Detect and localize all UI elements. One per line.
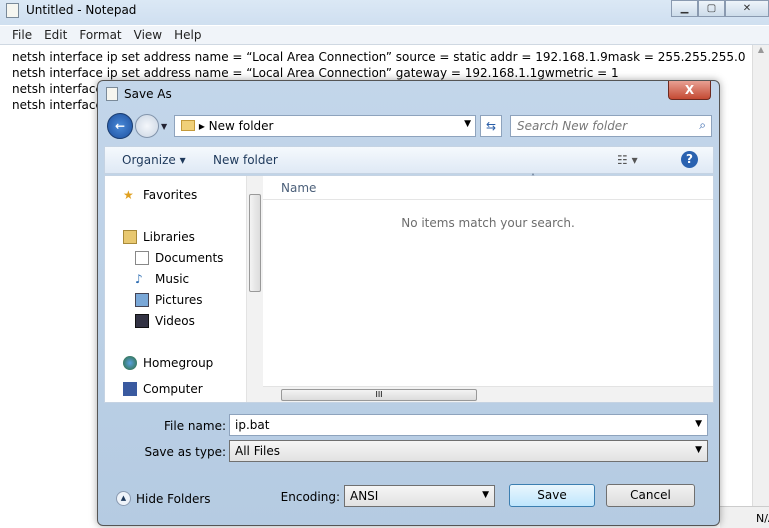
save-type-select[interactable]: All Files ▼ [229,440,708,462]
libraries-icon [123,230,137,244]
notepad-icon [6,3,19,18]
encoding-value: ANSI [350,489,379,503]
computer-icon [123,382,137,396]
music-icon: ♪ [135,272,143,286]
nav-label: Libraries [143,230,195,244]
search-placeholder: Search New folder [517,119,628,133]
save-button[interactable]: Save [509,484,595,507]
nav-label: Videos [155,314,195,328]
file-name-label: File name: [164,419,226,433]
pictures-icon [135,293,149,307]
address-crumb[interactable]: New folder [209,119,274,133]
folder-icon [181,120,195,131]
status-bar: N/A [720,506,769,528]
close-button[interactable]: ✕ [725,0,769,17]
forward-button[interactable] [135,114,159,138]
save-as-dialog: Save As X ← ▼ ▸ New folder ▼ ⇆ Search New… [97,80,720,526]
nav-videos[interactable]: Videos [135,314,195,328]
hide-folders-label: Hide Folders [136,491,211,506]
chevron-up-icon: ▲ [116,491,131,506]
chevron-down-icon[interactable]: ▼ [695,419,702,429]
text-line: netsh interface ip set address name = “L… [12,50,746,64]
recent-pages-dropdown[interactable]: ▼ [161,122,167,131]
chevron-down-icon: ▼ [482,490,489,500]
file-name-value: ip.bat [235,418,270,432]
maximize-button[interactable]: ▢ [698,0,725,17]
new-folder-button[interactable]: New folder [213,153,278,167]
encoding-select[interactable]: ANSI ▼ [344,485,495,507]
nav-documents[interactable]: Documents [135,251,223,265]
chevron-down-icon: ▼ [695,445,702,455]
help-icon[interactable]: ? [681,151,698,168]
menu-bar: File Edit Format View Help [0,26,769,45]
file-list: Name ˄ No items match your search. III [263,173,713,402]
file-name-input[interactable]: ip.bat ▼ [229,414,708,436]
refresh-button[interactable]: ⇆ [480,115,502,137]
nav-pictures[interactable]: Pictures [135,293,203,307]
nav-label: Documents [155,251,224,265]
nav-label: Pictures [155,293,203,307]
view-options-icon[interactable]: ☷ ▾ [617,153,638,167]
nav-libraries[interactable]: Libraries [123,230,195,244]
sort-arrow-icon: ˄ [531,173,535,182]
notepad-titlebar: Untitled - Notepad ▁ ▢ ✕ [0,0,769,25]
back-button[interactable]: ← [107,113,133,139]
nav-label: Computer [143,382,203,396]
nav-music[interactable]: ♪ Music [135,272,189,286]
encoding-label: Encoding: [280,490,340,504]
menu-file[interactable]: File [6,26,38,44]
menu-edit[interactable]: Edit [38,26,73,44]
save-type-label: Save as type: [144,445,226,459]
star-icon: ★ [123,188,134,202]
nav-pane-scrollbar[interactable] [246,176,263,402]
cancel-button[interactable]: Cancel [606,484,695,507]
search-input[interactable]: Search New folder ⌕ [510,115,712,137]
chevron-down-icon[interactable]: ▼ [464,119,471,129]
homegroup-icon [123,356,137,370]
text-line: netsh interface ip set address name = “L… [12,66,619,80]
window-title: Untitled - Notepad [26,3,137,17]
search-icon[interactable]: ⌕ [699,118,706,133]
nav-computer[interactable]: Computer [123,382,203,396]
nav-label: Music [155,272,190,286]
dialog-close-button[interactable]: X [668,81,711,100]
navigation-pane: ★ Favorites Libraries Documents ♪ Music Pi… [105,176,263,402]
save-type-value: All Files [235,444,281,458]
dialog-title: Save As [124,87,172,101]
documents-icon [135,251,149,265]
dialog-toolbar: Organize ▾ New folder ☷ ▾ ? [104,146,714,174]
column-label: Name [281,181,317,195]
nav-label: Favorites [143,188,198,202]
minimize-button[interactable]: ▁ [671,0,698,17]
nav-favorites[interactable]: ★ Favorites [123,188,197,202]
menu-help[interactable]: Help [168,26,207,44]
empty-message: No items match your search. [401,216,575,230]
horizontal-scrollbar[interactable]: III [263,386,713,402]
nav-label: Homegroup [143,356,214,370]
address-bar[interactable]: ▸ New folder ▼ [174,115,476,137]
vertical-scrollbar[interactable]: ▲ [752,45,769,515]
notepad-icon [106,87,118,101]
nav-homegroup[interactable]: Homegroup [123,356,213,370]
menu-format[interactable]: Format [73,26,127,44]
hide-folders-button[interactable]: ▲ Hide Folders [116,491,211,506]
videos-icon [135,314,149,328]
organize-button[interactable]: Organize ▾ [122,153,186,167]
menu-view[interactable]: View [128,26,168,44]
column-header-name[interactable]: Name ˄ [263,173,713,200]
